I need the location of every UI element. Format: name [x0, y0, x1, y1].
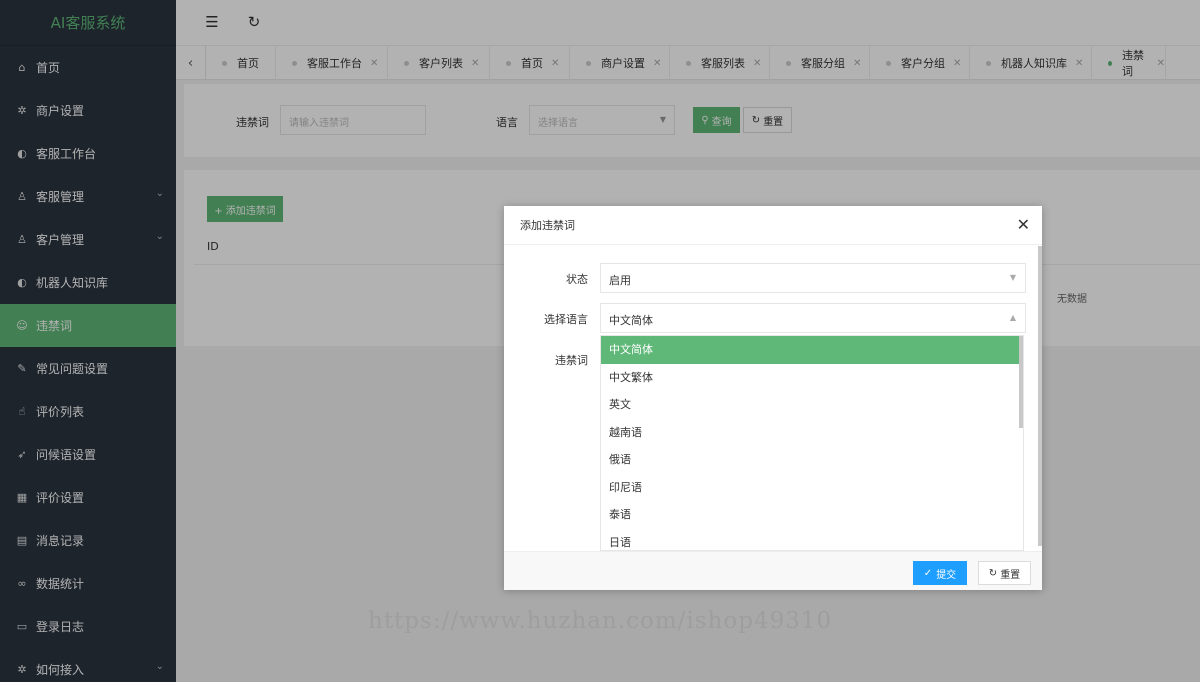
dialog-footer: ✓ 提交 ↻ 重置	[504, 551, 1042, 590]
language-option[interactable]: 日语	[601, 529, 1021, 551]
add-word-dialog: 添加违禁词 ✕ 状态 启用 ▼ 选择语言 中文简体 ▲ 违禁词 中文简体 中文繁体…	[504, 206, 1042, 590]
dialog-reset-button-label: 重置	[1000, 569, 1021, 581]
status-value: 启用	[609, 274, 631, 287]
language-option[interactable]: 英文	[601, 391, 1021, 419]
check-icon: ✓	[923, 567, 933, 579]
language-field-select[interactable]: 中文简体 ▲	[600, 303, 1026, 333]
language-option[interactable]: 中文简体	[601, 336, 1021, 364]
watermark: https://www.huzhan.com/ishop49310	[368, 608, 833, 634]
submit-button-label: 提交	[936, 569, 957, 581]
caret-up-icon: ▲	[1009, 313, 1016, 322]
status-select[interactable]: 启用 ▼	[600, 263, 1026, 293]
word-field-label: 违禁词	[555, 354, 588, 367]
language-option[interactable]: 俄语	[601, 446, 1021, 474]
close-icon[interactable]: ✕	[1017, 215, 1030, 234]
submit-button[interactable]: ✓ 提交	[913, 561, 967, 585]
dialog-scrollbar[interactable]	[1038, 246, 1042, 546]
language-option[interactable]: 印尼语	[601, 474, 1021, 502]
dropdown-scrollbar[interactable]	[1019, 336, 1023, 428]
dialog-reset-button[interactable]: ↻ 重置	[978, 561, 1031, 585]
status-label: 状态	[566, 273, 588, 286]
dialog-body: 状态 启用 ▼ 选择语言 中文简体 ▲ 违禁词 中文简体 中文繁体 英文 越南语 俄语印…	[504, 245, 1042, 551]
caret-down-icon: ▼	[1009, 273, 1016, 282]
language-option[interactable]: 泰语	[601, 501, 1021, 529]
language-field-value: 中文简体	[609, 314, 653, 327]
language-field-label: 选择语言	[544, 313, 588, 326]
language-option-list: 中文简体 中文繁体 英文 越南语 俄语 印尼语 泰语 日语	[601, 336, 1023, 551]
language-dropdown: 中文简体 中文繁体 英文 越南语 俄语 印尼语 泰语 日语	[600, 335, 1024, 551]
reset-icon: ↻	[988, 567, 998, 579]
language-option[interactable]: 越南语	[601, 419, 1021, 447]
dialog-title: 添加违禁词	[504, 206, 1042, 245]
language-option[interactable]: 中文繁体	[601, 364, 1021, 392]
